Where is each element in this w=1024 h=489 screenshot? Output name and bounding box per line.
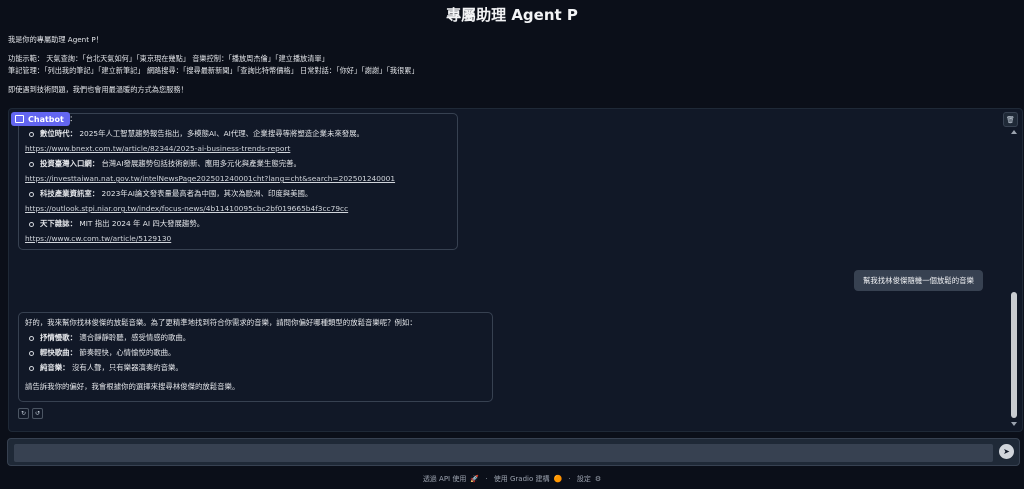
search-results-heading: 搜尋結果摘要： <box>25 114 449 126</box>
footer-separator: · <box>568 475 571 483</box>
user-message: 幫我找林俊傑隨機一個放鬆的音樂 <box>854 270 983 291</box>
bullet-icon <box>29 366 34 371</box>
bot-reply-closing: 請告訴我你的偏好，我會根據你的選擇來搜尋林俊傑的放鬆音樂。 <box>25 382 240 391</box>
list-item: 抒情慢歌： 適合靜靜聆聽，感受情感的歌曲。 <box>25 330 484 345</box>
scroll-up-icon[interactable] <box>1011 130 1017 134</box>
list-item: 科技產業資訊室： 2023年AI論文發表量最高者為中國，其次為歐洲、印度與美國。 <box>25 186 449 201</box>
gradio-logo-icon: 🟠 <box>553 475 563 483</box>
result-source: 天下雜誌： <box>40 219 77 228</box>
bullet-icon <box>29 162 34 167</box>
clear-chat-button[interactable]: 🗑 <box>1003 112 1018 127</box>
footer-gradio-link[interactable]: 使用 Gradio 建構 <box>494 475 550 483</box>
page-title: 專屬助理 Agent P <box>446 6 578 24</box>
send-button[interactable]: ➤ <box>999 444 1014 459</box>
list-item: 數位時代： 2025年人工智慧趨勢報告指出，多模態AI、AI代理、企業搜尋等將塑… <box>25 126 449 141</box>
send-arrow-icon: ➤ <box>1003 447 1010 456</box>
footer-settings-link[interactable]: 設定 <box>577 475 591 483</box>
option-label: 純音樂： <box>40 363 70 372</box>
option-text: 沒有人聲，只有樂器演奏的音樂。 <box>71 363 183 372</box>
bullet-icon <box>29 132 34 137</box>
bot-message-search-results: 搜尋結果摘要： 數位時代： 2025年人工智慧趨勢報告指出，多模態AI、AI代理… <box>18 113 458 250</box>
result-text: MIT 指出 2024 年 AI 四大發展趨勢。 <box>79 219 205 228</box>
retry-button[interactable]: ↻ <box>18 408 29 419</box>
bot-reply-intro: 好的，我來幫你找林俊傑的放鬆音樂。為了更精準地找到符合你需求的音樂，請問你偏好哪… <box>25 318 417 327</box>
intro-notes: 筆記管理：「列出我的筆記」「建立新筆記」 網路搜尋：「搜尋最新新聞」「查詢比特幣… <box>8 66 419 75</box>
bullet-icon <box>29 192 34 197</box>
undo-button[interactable]: ↺ <box>32 408 43 419</box>
scrollbar-thumb[interactable] <box>1011 292 1017 418</box>
intro-features: 功能示範： 天氣查詢：「台北天氣如何」「東京現在幾點」 音樂控制：「播放周杰倫」… <box>8 54 329 63</box>
list-item: 天下雜誌： MIT 指出 2024 年 AI 四大發展趨勢。 <box>25 216 449 231</box>
option-text: 節奏輕快，心情愉悅的歌曲。 <box>79 348 176 357</box>
list-item: 投資臺灣入口網： 台灣AI發展趨勢包括技術創新、應用多元化與產業生態完善。 <box>25 156 449 171</box>
chat-scrollbar[interactable] <box>1010 130 1018 428</box>
undo-icon: ↺ <box>34 410 41 417</box>
result-source: 數位時代： <box>40 129 77 138</box>
result-text: 2025年人工智慧趨勢報告指出，多模態AI、AI代理、企業搜尋等將塑造企業未來發… <box>79 129 364 138</box>
option-label: 抒情慢歌： <box>40 333 77 342</box>
chat-bubble-icon <box>15 115 24 123</box>
footer-separator: · <box>485 475 488 483</box>
message-actions: ↻ ↺ <box>18 408 43 419</box>
rocket-icon: 🚀 <box>470 475 480 483</box>
gear-icon: ⚙ <box>594 475 602 483</box>
result-text: 2023年AI論文發表量最高者為中國，其次為歐洲、印度與美國。 <box>101 189 313 198</box>
result-link[interactable]: https://www.bnext.com.tw/article/82344/2… <box>25 141 449 156</box>
message-input[interactable] <box>14 444 993 462</box>
result-link[interactable]: https://www.cw.com.tw/article/5129130 <box>25 231 449 246</box>
bot-message-music: 好的，我來幫你找林俊傑的放鬆音樂。為了更精準地找到符合你需求的音樂，請問你偏好哪… <box>18 312 493 402</box>
message-input-container: ➤ <box>7 438 1020 466</box>
result-source: 投資臺灣入口網： <box>40 159 100 168</box>
trash-icon: 🗑 <box>1006 115 1015 124</box>
bullet-icon <box>29 351 34 356</box>
intro-closing: 即使遇到技術問題，我們也會用最溫暖的方式為您服務！ <box>8 85 188 94</box>
option-label: 輕快歌曲： <box>40 348 77 357</box>
result-link[interactable]: https://investtaiwan.nat.gov.tw/intelNew… <box>25 171 449 186</box>
intro-text: 我是你的專屬助理 Agent P！ 功能示範： 天氣查詢：「台北天氣如何」「東京… <box>8 34 1008 96</box>
option-text: 適合靜靜聆聽，感受情感的歌曲。 <box>79 333 191 342</box>
list-item: 純音樂： 沒有人聲，只有樂器演奏的音樂。 <box>25 360 484 375</box>
result-link[interactable]: https://outlook.stpi.niar.org.tw/index/f… <box>25 201 449 216</box>
chatbot-label-text: Chatbot <box>28 114 64 124</box>
list-item: 輕快歌曲： 節奏輕快，心情愉悅的歌曲。 <box>25 345 484 360</box>
footer: 透過 API 使用 🚀 · 使用 Gradio 建構 🟠 · 設定 ⚙ <box>0 474 1024 484</box>
refresh-icon: ↻ <box>20 410 27 417</box>
result-source: 科技產業資訊室： <box>40 189 100 198</box>
footer-api-link[interactable]: 透過 API 使用 <box>423 475 467 483</box>
chatbot-label: Chatbot <box>11 112 70 126</box>
scroll-down-icon[interactable] <box>1011 422 1017 426</box>
bullet-icon <box>29 222 34 227</box>
bullet-icon <box>29 336 34 341</box>
intro-greeting: 我是你的專屬助理 Agent P！ <box>8 35 103 44</box>
result-text: 台灣AI發展趨勢包括技術創新、應用多元化與產業生態完善。 <box>101 159 301 168</box>
